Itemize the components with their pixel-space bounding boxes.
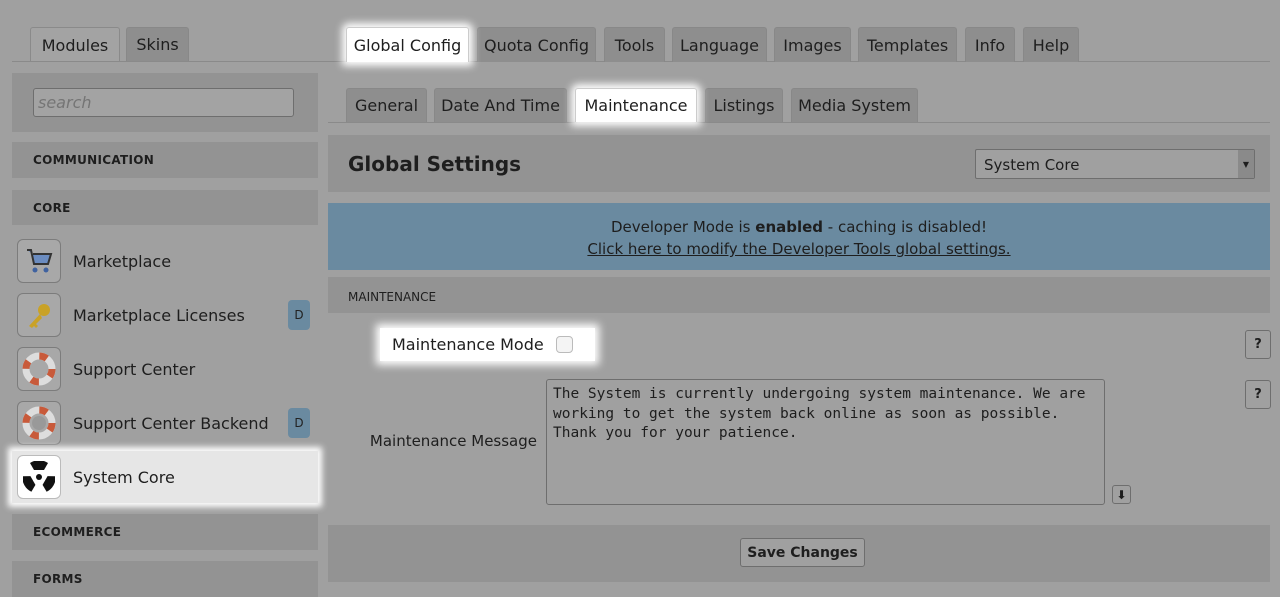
developer-tools-link[interactable]: Click here to modify the Developer Tools… — [587, 240, 1010, 258]
settings-header: Global Settings System Core ▼ — [328, 135, 1270, 192]
dev-badge: D — [288, 408, 310, 438]
save-changes-button[interactable]: Save Changes — [740, 538, 865, 567]
lifebuoy-gear-icon — [17, 401, 61, 445]
tab-modules[interactable]: Modules — [30, 27, 120, 62]
sidebar-item-label: Marketplace — [73, 251, 172, 271]
tab-listings[interactable]: Listings — [705, 88, 783, 122]
tab-help[interactable]: Help — [1023, 27, 1079, 62]
banner-bold: enabled — [755, 218, 824, 236]
tab-info[interactable]: Info — [965, 27, 1015, 62]
tab-media-system[interactable]: Media System — [791, 88, 918, 122]
cart-icon — [17, 239, 61, 283]
radiation-icon — [17, 455, 61, 499]
tab-tools[interactable]: Tools — [604, 27, 665, 62]
page-title: Global Settings — [348, 152, 522, 176]
sidebar-item-support-center-backend[interactable]: Support Center Backend D — [12, 398, 318, 448]
tab-maintenance[interactable]: Maintenance — [575, 88, 697, 122]
select-value: System Core — [984, 156, 1080, 174]
sidebar-item-label: Support Center — [73, 359, 196, 379]
section-communication[interactable]: COMMUNICATION — [12, 142, 318, 178]
sidebar-item-label: System Core — [73, 467, 175, 487]
maintenance-message-label: Maintenance Message — [369, 432, 537, 450]
section-core[interactable]: CORE — [12, 190, 318, 225]
tab-language[interactable]: Language — [672, 27, 767, 62]
developer-mode-banner: Developer Mode is enabled - caching is d… — [328, 203, 1270, 270]
section-title: MAINTENANCE — [328, 277, 1270, 313]
maintenance-mode-checkbox[interactable] — [555, 336, 573, 353]
tab-global-config[interactable]: Global Config — [346, 27, 469, 62]
help-button[interactable]: ? — [1245, 380, 1271, 409]
tab-general[interactable]: General — [346, 88, 427, 122]
key-icon — [17, 293, 61, 337]
tab-quota-config[interactable]: Quota Config — [477, 27, 596, 62]
tab-date-and-time[interactable]: Date And Time — [434, 88, 567, 122]
banner-text: - caching is disabled! — [823, 218, 988, 236]
maintenance-mode-label: Maintenance Mode — [392, 335, 544, 354]
divider — [328, 122, 1270, 123]
save-bar: Save Changes — [328, 525, 1270, 582]
search-panel — [12, 73, 318, 132]
sidebar-item-marketplace[interactable]: Marketplace — [12, 236, 318, 286]
maintenance-mode-row: Maintenance Mode — [380, 328, 595, 361]
sidebar-item-support-center[interactable]: Support Center — [12, 344, 318, 394]
section-forms[interactable]: FORMS — [12, 561, 318, 597]
chevron-down-icon: ▼ — [1238, 150, 1254, 178]
sidebar-item-system-core[interactable]: System Core — [12, 451, 318, 503]
sidebar-item-label: Support Center Backend — [73, 413, 269, 433]
sidebar-item-label: Marketplace Licenses — [73, 305, 245, 325]
dev-badge: D — [288, 300, 310, 330]
section-ecommerce[interactable]: ECOMMERCE — [12, 514, 318, 550]
search-input[interactable] — [33, 88, 294, 117]
tab-images[interactable]: Images — [774, 27, 851, 62]
lifebuoy-icon — [17, 347, 61, 391]
arrow-down-icon[interactable]: ⬇ — [1112, 485, 1131, 504]
help-button[interactable]: ? — [1245, 330, 1271, 359]
banner-text: Developer Mode is — [610, 218, 756, 236]
maintenance-message-textarea[interactable]: The System is currently undergoing syste… — [546, 379, 1105, 505]
module-select[interactable]: System Core ▼ — [975, 149, 1255, 179]
tab-templates[interactable]: Templates — [858, 27, 957, 62]
sidebar-item-marketplace-licenses[interactable]: Marketplace Licenses D — [12, 290, 318, 340]
tab-skins[interactable]: Skins — [126, 27, 189, 61]
